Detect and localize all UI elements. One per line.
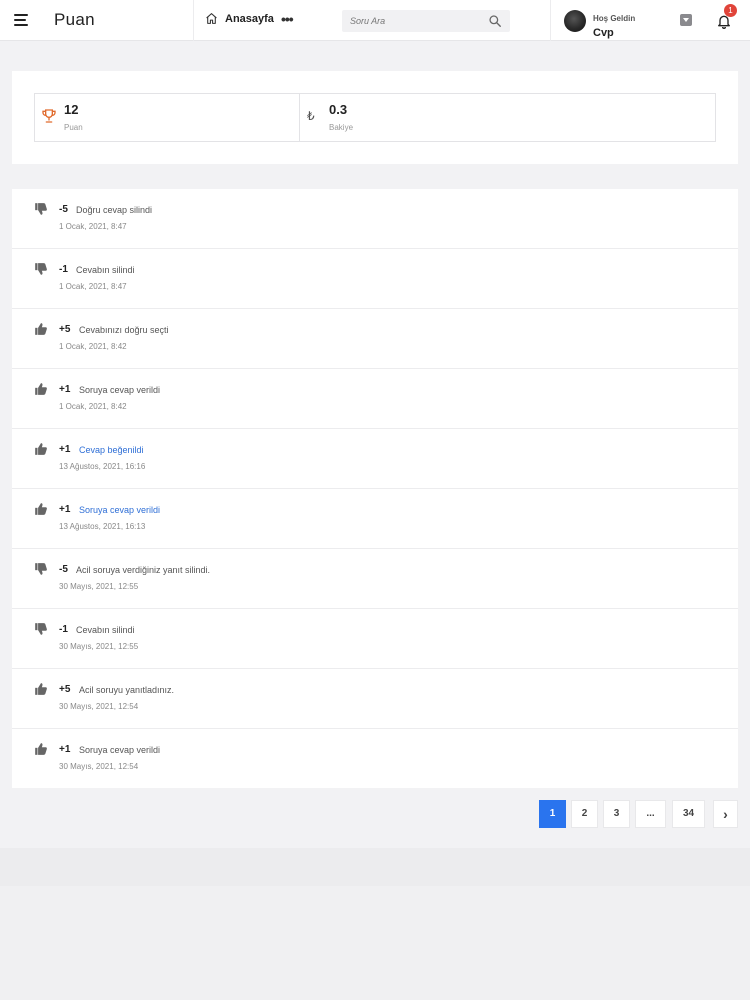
list-item: -5 Doğru cevap silindi 1 Ocak, 2021, 8:47 — [12, 189, 738, 249]
points-change: +5 — [59, 324, 71, 335]
lira-icon: ₺ — [307, 109, 315, 123]
avatar[interactable] — [564, 10, 586, 32]
thumbs-down-icon — [34, 202, 48, 216]
page-button-1[interactable]: 1 — [539, 800, 566, 828]
activity-link[interactable]: Cevap beğenildi — [79, 445, 144, 455]
thumbs-down-icon — [34, 562, 48, 576]
points-value: 12 — [64, 102, 79, 117]
activity-date: 1 Ocak, 2021, 8:42 — [59, 342, 127, 351]
points-change: -5 — [59, 564, 68, 575]
balance-label: Bakiye — [329, 123, 354, 132]
thumbs-up-icon — [34, 442, 48, 456]
points-box: 12 Puan — [34, 93, 300, 142]
thumbs-up-icon — [34, 682, 48, 696]
username: Cvp — [593, 27, 614, 39]
activity-date: 1 Ocak, 2021, 8:47 — [59, 282, 127, 291]
header-divider — [550, 0, 551, 41]
hamburger-menu-icon[interactable] — [14, 12, 32, 28]
thumbs-up-icon — [34, 742, 48, 756]
notification-badge: 1 — [724, 4, 737, 17]
user-dropdown-icon[interactable] — [680, 14, 692, 26]
home-icon — [206, 13, 217, 24]
activity-description: Doğru cevap silindi — [76, 205, 153, 215]
activity-date: 1 Ocak, 2021, 8:47 — [59, 222, 127, 231]
activity-date: 30 Mayıs, 2021, 12:55 — [59, 582, 139, 591]
top-bar: Puan Anasayfa ••• Hoş Geldin Cvp 1 — [0, 0, 750, 41]
thumbs-up-icon — [34, 322, 48, 336]
home-link[interactable]: Anasayfa — [205, 12, 274, 25]
welcome-text: Hoş Geldin — [593, 14, 636, 23]
thumbs-down-icon — [34, 262, 48, 276]
thumbs-down-icon — [34, 622, 48, 636]
points-change: +5 — [59, 684, 71, 695]
activity-description: Cevabınızı doğru seçti — [79, 325, 169, 335]
list-item: +5 Cevabınızı doğru seçti 1 Ocak, 2021, 8:… — [12, 309, 738, 369]
list-item: +1 Soruya cevap verildi 13 Ağustos, 2021, … — [12, 489, 738, 549]
stats-card: 12 Puan ₺ 0.3 Bakiye — [12, 71, 738, 164]
activity-date: 30 Mayıs, 2021, 12:54 — [59, 702, 139, 711]
search-box — [342, 10, 510, 32]
list-item: +1 Soruya cevap verildi 30 Mayıs, 2021, 12… — [12, 729, 738, 789]
balance-box: ₺ 0.3 Bakiye — [299, 93, 716, 142]
activity-description: Cevabın silindi — [76, 265, 135, 275]
activity-description: Acil soruyu yanıtladınız. — [79, 685, 175, 695]
activity-link[interactable]: Soruya cevap verildi — [79, 505, 160, 515]
activity-description: Soruya cevap verildi — [79, 745, 161, 755]
activity-date: 30 Mayıs, 2021, 12:54 — [59, 762, 139, 771]
list-item: -5 Acil soruya verdiğiniz yanıt silindi. 3… — [12, 549, 738, 609]
list-item: +1 Soruya cevap verildi 1 Ocak, 2021, 8:42 — [12, 369, 738, 429]
thumbs-up-icon — [34, 382, 48, 396]
points-label: Puan — [64, 123, 83, 132]
points-change: +1 — [59, 504, 71, 515]
page-button-2[interactable]: 2 — [571, 800, 598, 828]
points-change: +1 — [59, 744, 71, 755]
trophy-icon — [42, 109, 56, 123]
list-item: +5 Acil soruyu yanıtladınız. 30 Mayıs, 202… — [12, 669, 738, 729]
list-item: -1 Cevabın silindi 30 Mayıs, 2021, 12:55 — [12, 609, 738, 669]
points-change: +1 — [59, 384, 71, 395]
header-divider — [193, 0, 194, 41]
page-button-3[interactable]: 3 — [603, 800, 630, 828]
activity-description: Cevabın silindi — [76, 625, 135, 635]
footer-band — [0, 848, 750, 886]
activity-description: Acil soruya verdiğiniz yanıt silindi. — [76, 565, 211, 575]
page-title: Puan — [54, 10, 95, 29]
list-item: +1 Cevap beğenildi 13 Ağustos, 2021, 16:16 — [12, 429, 738, 489]
activity-list: -5 Doğru cevap silindi 1 Ocak, 2021, 8:47-… — [12, 189, 738, 788]
footer-area — [0, 886, 750, 1000]
next-page-icon[interactable]: › — [713, 800, 738, 828]
points-change: -5 — [59, 204, 68, 215]
more-options-button[interactable]: ••• — [281, 12, 294, 26]
activity-date: 13 Ağustos, 2021, 16:16 — [59, 462, 146, 471]
home-label: Anasayfa — [225, 12, 274, 25]
activity-description: Soruya cevap verildi — [79, 385, 161, 395]
activity-date: 13 Ağustos, 2021, 16:13 — [59, 522, 146, 531]
balance-value: 0.3 — [329, 102, 348, 117]
search-icon[interactable] — [488, 14, 502, 28]
page-ellipsis: ... — [635, 800, 666, 828]
list-item: -1 Cevabın silindi 1 Ocak, 2021, 8:47 — [12, 249, 738, 309]
activity-date: 1 Ocak, 2021, 8:42 — [59, 402, 127, 411]
points-change: -1 — [59, 264, 68, 275]
search-input[interactable] — [342, 10, 482, 32]
activity-date: 30 Mayıs, 2021, 12:55 — [59, 642, 139, 651]
points-change: -1 — [59, 624, 68, 635]
points-change: +1 — [59, 444, 71, 455]
thumbs-up-icon — [34, 502, 48, 516]
page-button-34[interactable]: 34 — [672, 800, 705, 828]
